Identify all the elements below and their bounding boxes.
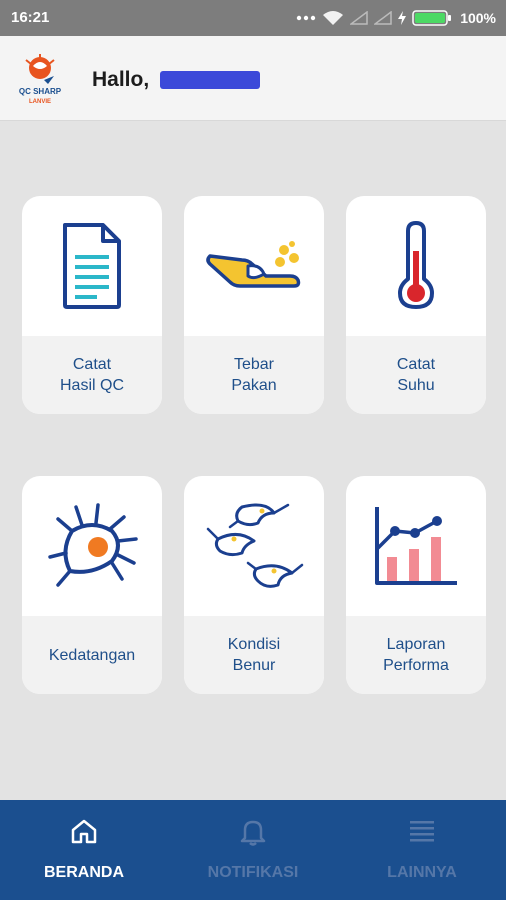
status-bar: 16:21 100% xyxy=(0,0,506,36)
signal-icon xyxy=(350,11,368,25)
bottom-navigation: BERANDA NOTIFIKASI LAINNYA xyxy=(0,800,506,900)
status-time: 16:21 xyxy=(11,9,50,26)
tile-label: Benur xyxy=(232,657,276,674)
more-dots-icon xyxy=(296,15,316,21)
menu-tile-kedatangan[interactable]: Kedatangan xyxy=(22,476,162,694)
charging-icon xyxy=(398,11,407,25)
plankton-icon xyxy=(48,503,138,587)
document-icon xyxy=(63,223,121,309)
chart-icon xyxy=(375,507,457,585)
signal-icon xyxy=(374,11,392,25)
menu-icon xyxy=(410,821,434,842)
battery-icon xyxy=(412,10,452,26)
menu-tile-catat-hasil-qc[interactable]: Catat Hasil QC xyxy=(22,196,162,414)
nav-label: NOTIFIKASI xyxy=(207,864,299,881)
logo-text-sub: LANVIE xyxy=(29,99,51,105)
wifi-icon xyxy=(323,11,344,25)
logo-text-main: QC SHARP xyxy=(19,87,62,96)
status-icons: 100% xyxy=(296,8,496,28)
tile-label: Laporan xyxy=(386,636,446,653)
shrimp-icon xyxy=(206,503,304,588)
home-icon xyxy=(71,819,97,844)
tile-label: Kedatangan xyxy=(48,646,136,664)
tile-label: Catat xyxy=(396,356,436,373)
bell-icon xyxy=(240,820,266,846)
tile-label: Suhu xyxy=(397,377,435,394)
tile-label: Catat xyxy=(72,356,112,373)
menu-tile-laporan-performa[interactable]: Laporan Performa xyxy=(346,476,486,694)
redacted-username xyxy=(160,71,260,89)
menu-tile-kondisi-benur[interactable]: Kondisi Benur xyxy=(184,476,324,694)
feed-icon xyxy=(206,241,301,288)
battery-percent: 100% xyxy=(460,10,496,26)
tile-label: Performa xyxy=(383,657,449,674)
tile-label: Kondisi xyxy=(227,636,281,653)
menu-tile-catat-suhu[interactable]: Catat Suhu xyxy=(346,196,486,414)
app-logo: QC SHARP LANVIE xyxy=(19,54,62,105)
menu-tile-tebar-pakan[interactable]: Tebar Pakan xyxy=(184,196,324,414)
nav-notifikasi[interactable]: NOTIFIKASI xyxy=(169,800,337,900)
tile-label: Hasil QC xyxy=(59,377,124,394)
tile-label: Pakan xyxy=(231,377,277,394)
nav-beranda[interactable]: BERANDA xyxy=(0,800,168,900)
nav-lainnya[interactable]: LAINNYA xyxy=(338,800,506,900)
tile-label: Tebar xyxy=(233,356,275,373)
nav-label: BERANDA xyxy=(44,864,124,881)
thermometer-icon xyxy=(398,221,434,309)
app-header: QC SHARP LANVIE Hallo, xyxy=(0,36,506,121)
greeting-text: Hallo, xyxy=(92,68,150,91)
nav-label: LAINNYA xyxy=(387,864,457,881)
